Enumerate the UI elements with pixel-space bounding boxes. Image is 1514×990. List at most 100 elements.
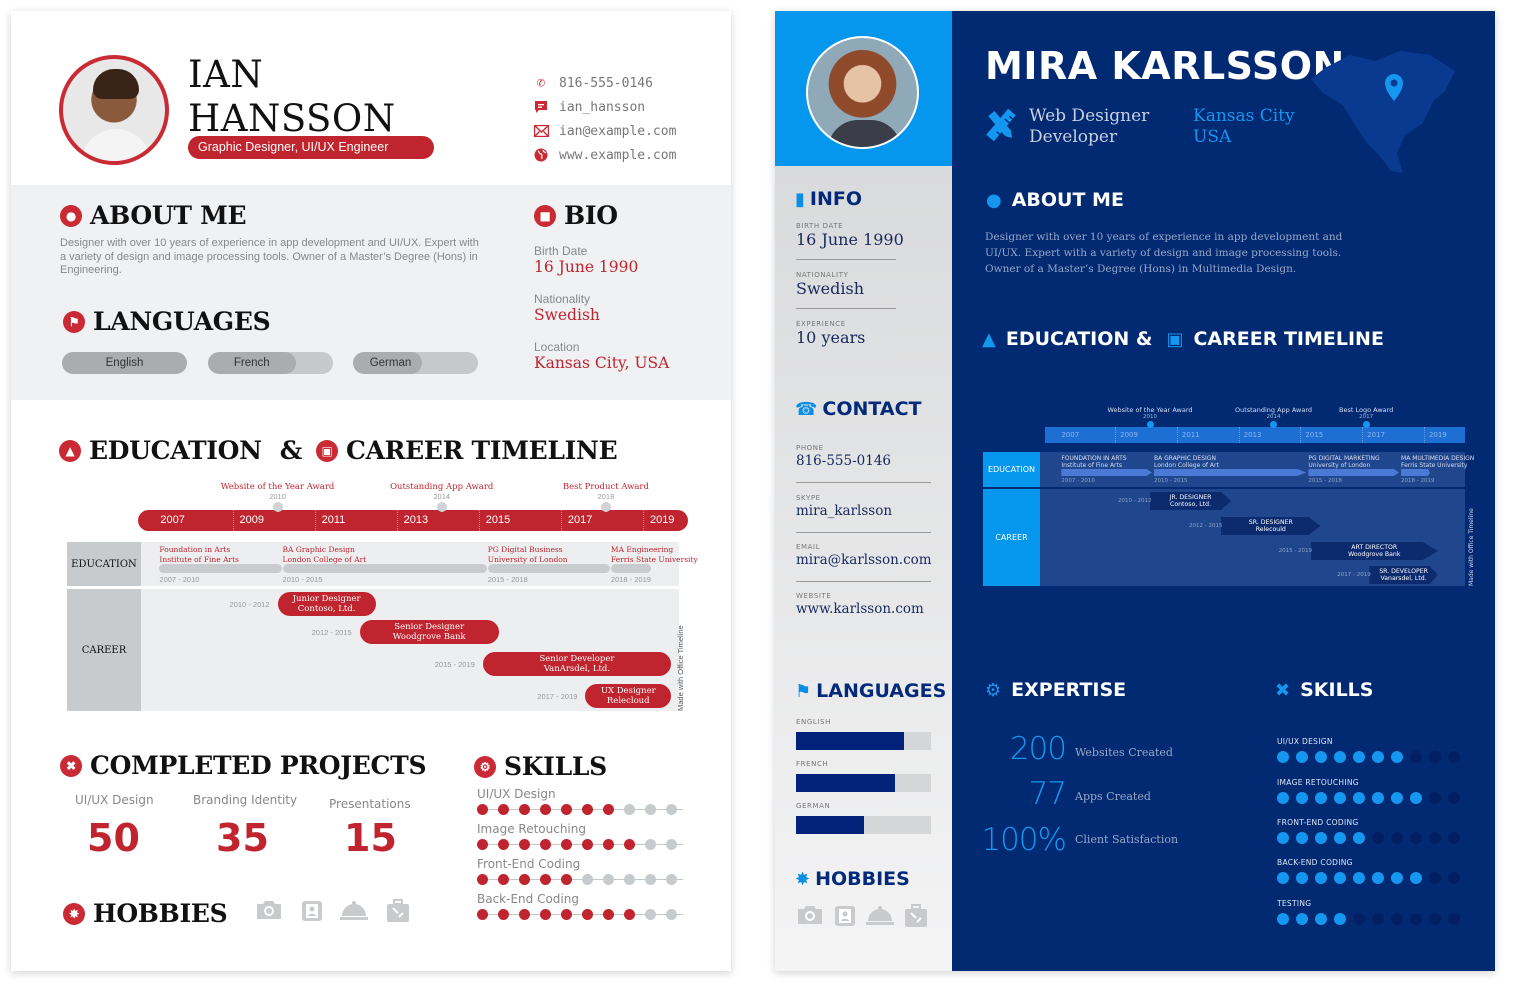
job-title: Web Designer Developer xyxy=(1029,106,1149,148)
skill-dot-filled xyxy=(603,804,614,815)
award-year: 2010 xyxy=(1143,414,1157,420)
skill-dot-filled xyxy=(1296,872,1308,884)
skill-dot-filled xyxy=(561,909,572,920)
skill-dot-filled xyxy=(1334,751,1346,763)
expertise-label: Websites Created xyxy=(1075,746,1173,759)
award-marker xyxy=(1270,421,1278,428)
bio-list: Birth Date 16 June 1990 Nationality Swed… xyxy=(534,244,669,388)
contact-phone[interactable]: 816-555-0146 xyxy=(796,453,891,469)
contact-label: PHONE xyxy=(796,444,824,452)
skill-rating xyxy=(477,839,687,850)
skill-dot-filled xyxy=(1296,913,1308,925)
award-label: Website of the Year Award xyxy=(1107,406,1193,414)
expertise-label: Apps Created xyxy=(1075,790,1151,803)
education-school: University of London xyxy=(487,554,568,564)
education-span-bar xyxy=(159,564,282,573)
divider xyxy=(796,259,896,260)
contact-email[interactable]: mira@karlsson.com xyxy=(796,552,932,568)
briefcase-icon: ▣ xyxy=(1166,328,1184,350)
career-company: Contoso, Ltd. xyxy=(1170,501,1211,508)
skill-dot-filled xyxy=(1410,872,1422,884)
career-years: 2017 - 2019 xyxy=(1337,572,1371,578)
skill-dot-filled xyxy=(624,839,635,850)
flag-icon: ⚑ xyxy=(795,680,812,702)
globe-icon xyxy=(533,147,549,163)
contact-skype[interactable]: mira_karlsson xyxy=(796,503,892,519)
mail-icon xyxy=(533,123,549,139)
career-title: Senior Developer xyxy=(539,654,615,664)
career-item: Senior Designer Woodgrove Bank xyxy=(359,620,499,644)
career-company: Relecould xyxy=(1255,526,1286,533)
education-item: PG Digital Business University of London 2… xyxy=(487,545,568,584)
career-title: SR. DEVELOPER xyxy=(1379,568,1428,575)
skill-dot-filled xyxy=(477,874,488,885)
timeline-year: 2017 xyxy=(560,510,592,531)
timeline-award: Best Logo Award 2017 xyxy=(1316,406,1416,428)
skill-label: TESTING xyxy=(1277,899,1312,908)
skill-dot-filled xyxy=(1315,832,1327,844)
education-school: London College of Art xyxy=(1154,462,1219,469)
education-span-bar xyxy=(1308,469,1400,476)
divider xyxy=(796,532,931,533)
education-school: University of London xyxy=(1308,462,1371,469)
award-label: Best Logo Award xyxy=(1339,406,1394,414)
luggage-icon xyxy=(902,904,930,930)
skill-dot-filled xyxy=(603,839,614,850)
timeline-year-bar: 2007 2009 2011 2013 2015 2017 2019 xyxy=(1045,427,1465,443)
about-text: Designer with over 10 years of experienc… xyxy=(60,237,479,276)
education-title: BA Graphic Design xyxy=(282,545,355,554)
project-count: 35 xyxy=(216,816,269,860)
timeline-year: 2013 xyxy=(396,510,428,531)
award-marker xyxy=(436,502,447,512)
education-years: 2015 - 2018 xyxy=(1308,478,1342,484)
education-school: Institute of Fine Arts xyxy=(1061,462,1122,469)
resume-mira-karlsson: ▮ INFO BIRTH DATE 16 June 1990 NATIONALIT… xyxy=(775,11,1495,971)
location: Kansas City USA xyxy=(1193,106,1295,148)
contact-list: ✆ 816-555-0146 ian_hansson ian@example.co… xyxy=(533,71,676,167)
divider xyxy=(796,482,931,483)
phone-icon: ✆ xyxy=(536,75,546,91)
language-bar xyxy=(796,732,931,750)
contact-chat[interactable]: ian_hansson xyxy=(533,95,676,119)
award-label: Outstanding App Award xyxy=(1235,406,1313,414)
award-label: Best Product Award xyxy=(562,482,649,492)
name: MIRA KARLSSON xyxy=(985,44,1345,88)
career-row: CAREER Junior Designer Contoso, Ltd. 2010 … xyxy=(67,589,679,711)
skill-rating xyxy=(1277,872,1467,884)
skill-dot-filled xyxy=(1296,792,1308,804)
contact-value: www.example.com xyxy=(559,147,677,163)
resume-ian-hansson: IAN HANSSON Graphic Designer, UI/UX Engi… xyxy=(11,11,731,971)
name-first: IAN xyxy=(188,53,264,96)
basketball-icon: ✸ xyxy=(795,868,811,890)
job-title-badge: Graphic Designer, UI/UX Engineer xyxy=(188,136,434,159)
skill-dot-filled xyxy=(540,839,551,850)
heading-text: EDUCATION & xyxy=(1005,328,1153,350)
languages-heading: ⚑ LANGUAGES xyxy=(795,680,946,702)
heading-text: CAREER TIMELINE xyxy=(1193,328,1384,350)
career-title: JR. DESIGNER xyxy=(1169,494,1212,501)
timeline-award: Outstanding App Award 2014 xyxy=(1224,406,1324,428)
skill-dot-filled xyxy=(561,874,572,885)
id-icon: ■ xyxy=(534,204,556,227)
contact-phone[interactable]: ✆ 816-555-0146 xyxy=(533,71,676,95)
skill-dot-empty xyxy=(1391,832,1403,844)
career-company: Relecloud xyxy=(606,696,650,706)
skill-label: UI/UX Design xyxy=(477,787,556,801)
education-years: 2018 - 2019 xyxy=(1401,478,1435,484)
contact-website[interactable]: www.karlsson.com xyxy=(796,601,924,617)
name-last: HANSSON xyxy=(188,97,396,140)
career-years: 2015 - 2019 xyxy=(1278,548,1313,554)
contact-website[interactable]: www.example.com xyxy=(533,143,676,167)
education-row-label: EDUCATION xyxy=(983,452,1040,487)
education-title: PG Digital Business xyxy=(487,545,563,554)
skill-dot-empty xyxy=(1429,913,1441,925)
skill-dot-filled xyxy=(1334,792,1346,804)
timeline-year: 2017 xyxy=(1362,427,1385,443)
award-marker xyxy=(1146,421,1154,428)
user-icon: ● xyxy=(986,189,1002,211)
skill-dot-filled xyxy=(1296,751,1308,763)
contact-email[interactable]: ian@example.com xyxy=(533,119,676,143)
award-marker xyxy=(272,502,283,512)
education-span-bar xyxy=(1154,469,1307,476)
language-label: ENGLISH xyxy=(796,718,831,726)
